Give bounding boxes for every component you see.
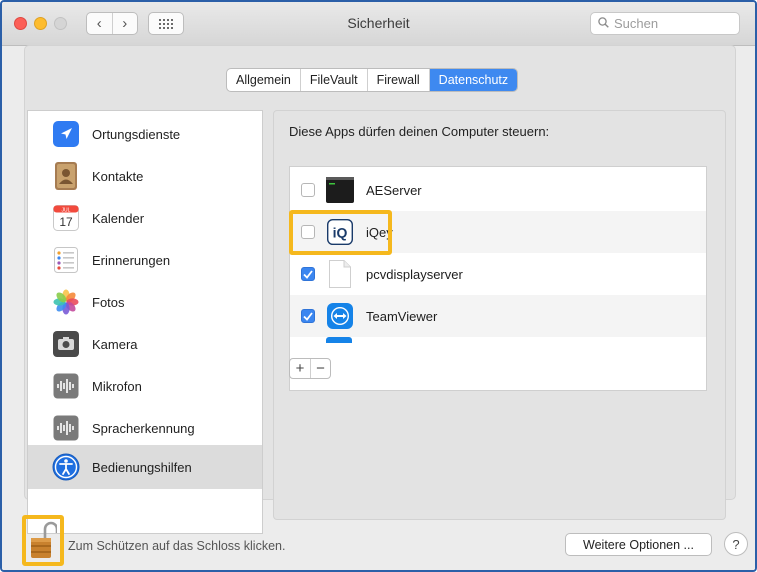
list-item[interactable]: TeamViewer (290, 295, 706, 337)
reminders-icon (52, 246, 80, 274)
microphone-waveform-icon (52, 372, 80, 400)
permissions-heading: Diese Apps dürfen deinen Computer steuer… (289, 124, 550, 139)
app-name: TeamViewer (366, 308, 438, 324)
sidebar-item-label: Erinnerungen (92, 252, 171, 268)
calendar-icon: JUL 17 (52, 204, 80, 232)
more-options-button[interactable]: Weitere Optionen ... (565, 533, 712, 556)
tab-bar: Allgemein FileVault Firewall Datenschutz (226, 68, 519, 92)
search-field[interactable]: Suchen (590, 12, 740, 35)
remove-app-button[interactable]: − (310, 359, 330, 378)
search-icon (598, 16, 609, 31)
app-checkbox[interactable] (301, 309, 315, 323)
checkmark-icon (303, 269, 313, 279)
sidebar-item-label: Kalender (92, 210, 145, 226)
sidebar-item-label: Bedienungshilfen (92, 459, 192, 475)
contacts-book-icon (52, 162, 80, 190)
sidebar-item-label: Kamera (92, 336, 138, 352)
padlock-unlocked-icon[interactable] (29, 520, 59, 560)
calendar-month: JUL (62, 207, 71, 213)
calendar-day: 17 (59, 215, 73, 229)
sidebar-item-kamera[interactable]: Kamera (28, 323, 262, 365)
sidebar-item-ortungsdienste[interactable]: Ortungsdienste (28, 113, 262, 155)
list-item[interactable]: AEServer (290, 169, 706, 211)
app-checkbox[interactable] (301, 183, 315, 197)
privacy-category-list: Ortungsdienste Kontakte JUL 17 Kalender (27, 110, 263, 534)
sidebar-item-label: Kontakte (92, 168, 144, 184)
sidebar-item-label: Fotos (92, 294, 125, 310)
speech-waveform-icon (52, 414, 80, 442)
checkmark-icon (303, 311, 313, 321)
title-bar: ‹ › Sicherheit Suchen (2, 2, 755, 46)
tab-firewall[interactable]: Firewall (366, 69, 429, 91)
list-item (290, 337, 706, 349)
sidebar-item-fotos[interactable]: Fotos (28, 281, 262, 323)
app-name: pcvdisplayserver (366, 266, 463, 282)
sidebar-item-bedienungshilfen[interactable]: Bedienungshilfen (28, 445, 262, 489)
sidebar-item-label: Spracherkennung (92, 420, 195, 436)
iqey-highlight-box (289, 210, 392, 255)
tab-datenschutz[interactable]: Datenschutz (428, 69, 518, 91)
photos-flower-icon (52, 288, 80, 316)
app-checkbox[interactable] (301, 267, 315, 281)
sidebar-item-kontakte[interactable]: Kontakte (28, 155, 262, 197)
sidebar-item-erinnerungen[interactable]: Erinnerungen (28, 239, 262, 281)
tab-allgemein[interactable]: Allgemein (227, 69, 300, 91)
location-arrow-icon (52, 120, 80, 148)
sidebar-item-label: Ortungsdienste (92, 126, 181, 142)
add-app-button[interactable]: + (290, 359, 310, 378)
accessibility-icon (52, 453, 80, 481)
tab-filevault[interactable]: FileVault (299, 69, 367, 91)
search-placeholder: Suchen (614, 16, 659, 31)
camera-icon (52, 330, 80, 358)
teamviewer-icon (326, 302, 354, 330)
app-list: AEServer iQ iQey pcvdisplayserver TeamVi… (289, 166, 707, 391)
add-remove-control: + − (289, 358, 331, 379)
app-name: AEServer (366, 182, 422, 198)
sidebar-item-spracherkennung[interactable]: Spracherkennung (28, 407, 262, 449)
blank-document-icon (326, 260, 354, 288)
terminal-icon (326, 176, 354, 204)
sidebar-item-mikrofon[interactable]: Mikrofon (28, 365, 262, 407)
lock-message: Zum Schützen auf das Schloss klicken. (68, 539, 286, 553)
sidebar-item-label: Mikrofon (92, 378, 142, 394)
sidebar-item-kalender[interactable]: JUL 17 Kalender (28, 197, 262, 239)
help-button[interactable]: ? (724, 532, 748, 556)
list-item[interactable]: pcvdisplayserver (290, 253, 706, 295)
partial-app-icon (326, 337, 352, 343)
system-preferences-window: ‹ › Sicherheit Suchen Allgemein FileVaul… (0, 0, 757, 572)
